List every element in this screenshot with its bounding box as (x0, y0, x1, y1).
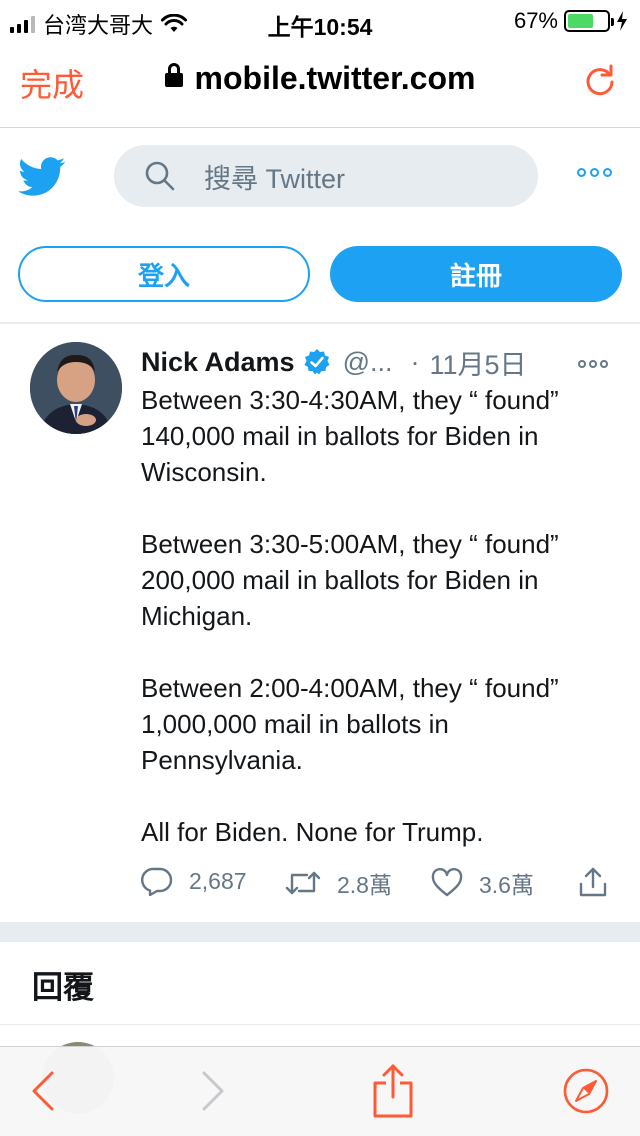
retweet-button[interactable]: 2.8萬 (285, 866, 392, 900)
back-icon[interactable] (30, 1069, 56, 1113)
header-separator: · (410, 346, 420, 377)
lock-icon (164, 63, 183, 87)
status-right: 67% (514, 8, 628, 34)
forward-icon[interactable] (200, 1069, 226, 1113)
address-bar[interactable]: mobile.twitter.com (0, 60, 640, 97)
auth-bar: 登入 註冊 (0, 228, 640, 324)
tweet-header: Nick Adams @... · 11月5日 (141, 344, 611, 380)
like-count: 3.6萬 (479, 872, 534, 898)
tweet-more-icon[interactable] (578, 360, 608, 368)
retweet-icon (285, 871, 321, 895)
reply-count: 2,687 (189, 867, 247, 894)
avatar[interactable] (30, 342, 122, 434)
more-options-icon[interactable] (577, 168, 612, 177)
author-handle[interactable]: @... (343, 347, 393, 378)
tweet-text: Between 3:30-4:30AM, they “ found” 140,0… (141, 382, 611, 850)
search-placeholder: 搜尋 Twitter (204, 163, 346, 194)
browser-bottom-toolbar (0, 1046, 640, 1136)
reload-icon[interactable] (582, 62, 618, 98)
heart-icon (431, 868, 463, 897)
status-bar: 台湾大哥大 上午10:54 67% (0, 0, 640, 40)
login-button[interactable]: 登入 (18, 246, 310, 302)
charging-icon (617, 11, 627, 31)
tweet-paragraph: Between 3:30-5:00AM, they “ found” 200,0… (141, 529, 559, 631)
share-icon[interactable] (372, 1063, 414, 1119)
url-text: mobile.twitter.com (194, 60, 476, 96)
battery-icon (564, 10, 614, 32)
compass-icon[interactable] (562, 1067, 610, 1115)
signup-button[interactable]: 註冊 (330, 246, 622, 302)
share-button[interactable] (577, 866, 625, 898)
like-button[interactable]: 3.6萬 (431, 866, 534, 900)
browser-toolbar: 完成 mobile.twitter.com (0, 40, 640, 128)
avatar-image (30, 342, 122, 434)
battery-percent: 67% (513, 8, 558, 33)
search-input[interactable]: 搜尋 Twitter (114, 145, 538, 207)
section-divider (0, 922, 640, 942)
tweet-paragraph: Between 3:30-4:30AM, they “ found” 140,0… (141, 385, 559, 487)
tweet-paragraph: Between 2:00-4:00AM, they “ found” 1,000… (141, 673, 559, 775)
tweet-paragraph: All for Biden. None for Trump. (141, 817, 484, 847)
replies-heading: 回覆 (32, 970, 94, 1005)
twitter-bird-icon[interactable] (18, 156, 66, 198)
reply-icon (141, 867, 173, 896)
author-name[interactable]: Nick Adams (141, 347, 295, 378)
share-icon (579, 867, 607, 897)
reply-separator (0, 1024, 640, 1025)
tweet: Nick Adams @... · 11月5日 Between 3:30-4:3… (0, 326, 640, 922)
tweet-actions: 2,687 2.8萬 3.6萬 (141, 866, 611, 906)
verified-badge-icon (304, 349, 330, 375)
reply-button[interactable]: 2,687 (141, 866, 247, 896)
search-icon (145, 161, 175, 191)
tweet-date[interactable]: 11月5日 (429, 343, 526, 382)
retweet-count: 2.8萬 (337, 872, 392, 898)
twitter-header: 搜尋 Twitter (0, 128, 640, 228)
